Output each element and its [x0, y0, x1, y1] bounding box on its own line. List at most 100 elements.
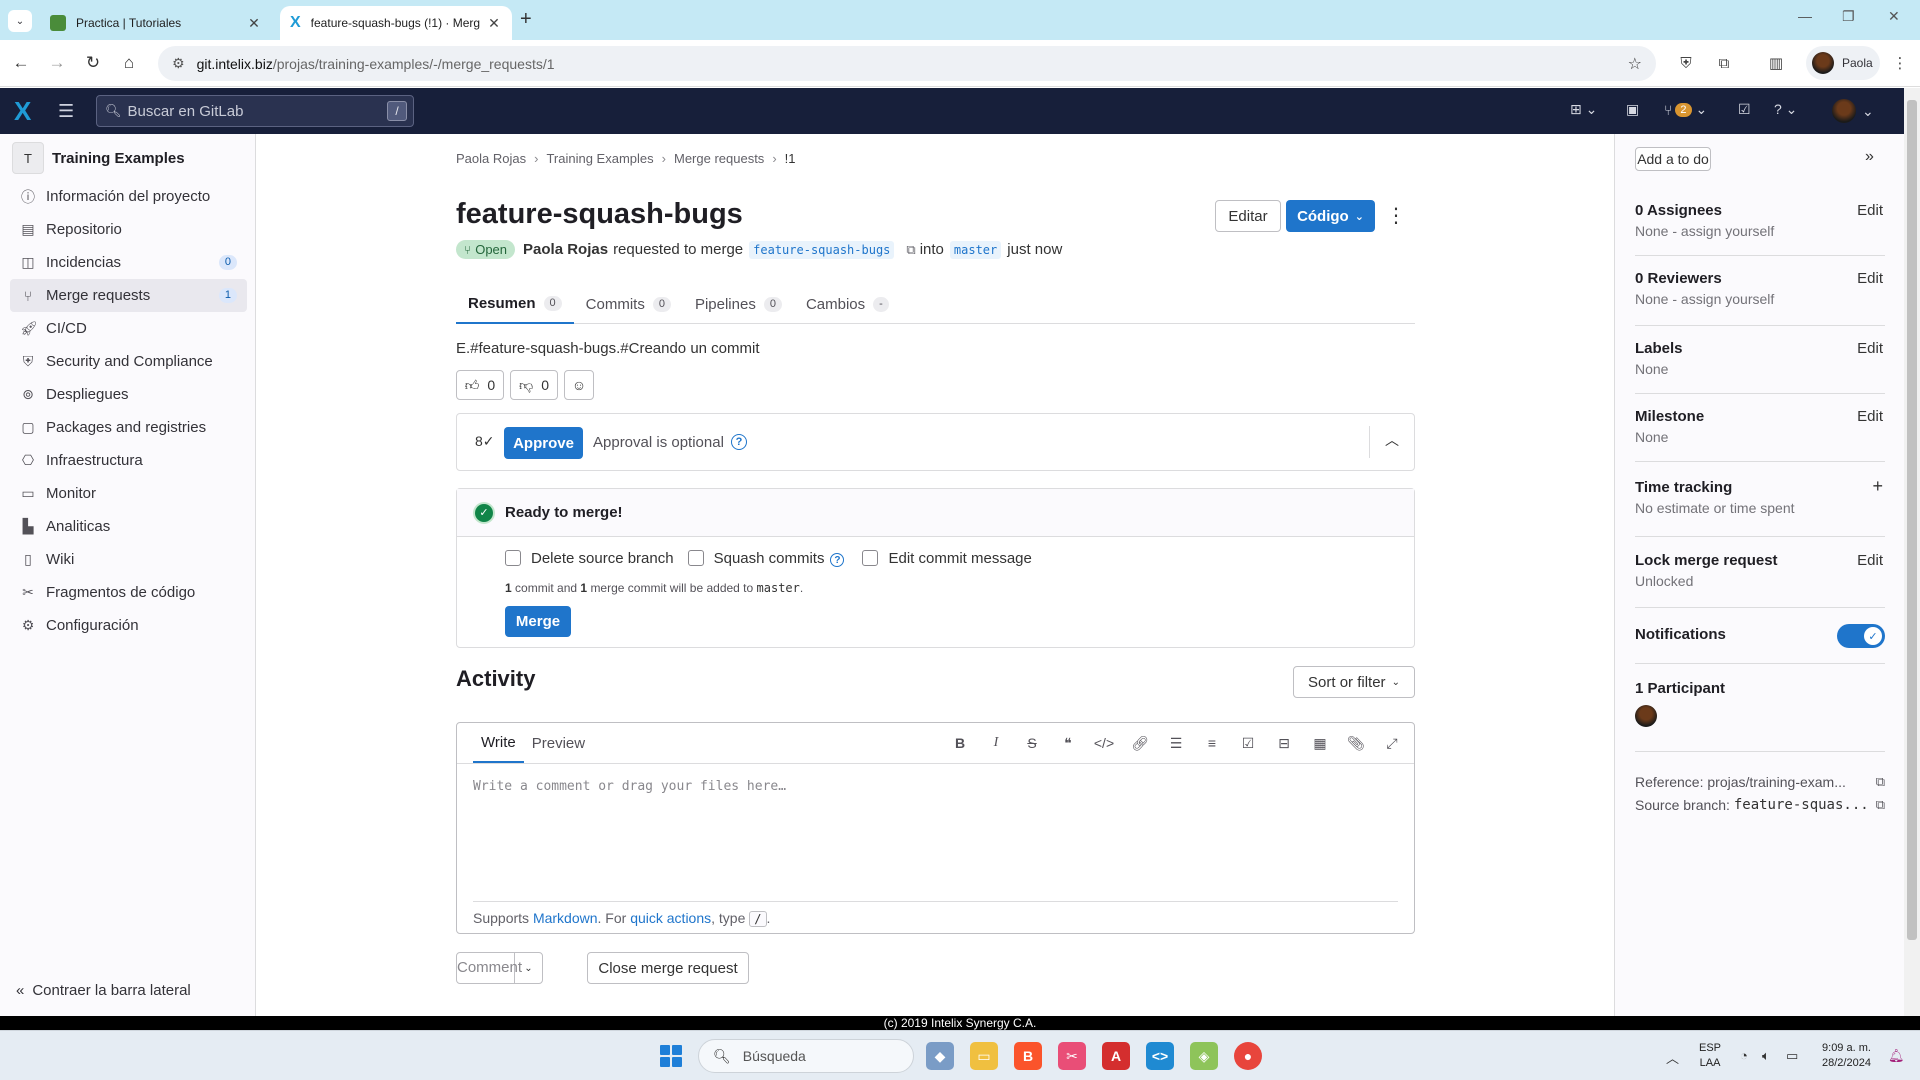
close-merge-request-button[interactable]: Close merge request: [587, 952, 749, 984]
reviewers-value[interactable]: None - assign yourself: [1635, 291, 1885, 307]
tab-overview[interactable]: Resumen 0: [456, 284, 574, 324]
copy-icon[interactable]: ⧉: [906, 242, 915, 258]
copilot-icon[interactable]: ◆: [926, 1042, 954, 1070]
sidebar-item-wiki[interactable]: ▯ Wiki: [10, 543, 247, 576]
minimize-icon[interactable]: —: [1798, 8, 1812, 24]
link-icon[interactable]: 🔗︎: [1122, 733, 1158, 753]
sidebar-item-merge-requests[interactable]: ⑂ Merge requests 1: [10, 279, 247, 312]
comment-button[interactable]: Comment: [457, 953, 522, 983]
snipping-tool-icon[interactable]: ✂: [1058, 1042, 1086, 1070]
edit-button[interactable]: Editar: [1215, 200, 1281, 232]
browser-menu-icon[interactable]: ⋮: [1890, 53, 1910, 73]
sidebar-item-cicd[interactable]: 🚀︎ CI/CD: [10, 312, 247, 345]
strikethrough-icon[interactable]: S: [1014, 733, 1050, 753]
hamburger-menu-icon[interactable]: ☰: [58, 101, 74, 122]
new-item-dropdown-icon[interactable]: ⊞ ⌄: [1570, 101, 1597, 118]
add-reaction-button[interactable]: ☺: [564, 370, 594, 400]
taskbar-search[interactable]: 🔍︎ Búsqueda: [698, 1039, 914, 1073]
fullscreen-icon[interactable]: ⤢: [1374, 733, 1410, 753]
help-icon[interactable]: ?: [830, 553, 845, 567]
volume-icon[interactable]: 🔈︎: [1762, 1048, 1770, 1064]
merge-button[interactable]: Merge: [505, 606, 571, 637]
bullet-list-icon[interactable]: ☰: [1158, 733, 1194, 753]
code-dropdown-button[interactable]: Código ⌄: [1286, 200, 1375, 232]
site-info-icon[interactable]: ⚙: [172, 55, 185, 72]
edit-lock-button[interactable]: Edit: [1857, 552, 1883, 569]
add-todo-button[interactable]: Add a to do: [1635, 147, 1711, 171]
code-icon[interactable]: </>: [1086, 733, 1122, 753]
back-icon[interactable]: ←: [10, 52, 32, 74]
project-header[interactable]: T Training Examples: [12, 142, 185, 174]
restore-icon[interactable]: ❐: [1842, 8, 1855, 25]
sidebar-item-packages[interactable]: ▢ Packages and registries: [10, 411, 247, 444]
approve-button[interactable]: Approve: [504, 427, 583, 459]
numbered-list-icon[interactable]: ≡: [1194, 733, 1230, 753]
merge-requests-dropdown[interactable]: ⑂ 2 ⌄: [1664, 101, 1707, 118]
tab-preview[interactable]: Preview: [524, 723, 593, 763]
forward-icon[interactable]: →: [46, 52, 68, 74]
sidebar-item-deployments[interactable]: ⊚ Despliegues: [10, 378, 247, 411]
scrollbar-thumb[interactable]: [1907, 100, 1917, 940]
profile-button[interactable]: Paola: [1806, 46, 1880, 80]
avatar[interactable]: [1635, 705, 1657, 727]
issues-icon[interactable]: ▣: [1626, 101, 1639, 118]
home-icon[interactable]: ⌂: [118, 52, 140, 74]
edit-milestone-button[interactable]: Edit: [1857, 408, 1883, 425]
sidebar-item-project-info[interactable]: ⓘ Información del proyecto: [10, 180, 247, 213]
edit-reviewers-button[interactable]: Edit: [1857, 270, 1883, 287]
italic-icon[interactable]: I: [978, 733, 1014, 753]
close-tab-icon[interactable]: ✕: [486, 15, 502, 32]
thumbs-down-button[interactable]: 👎︎ 0: [510, 370, 558, 400]
notifications-toggle[interactable]: ✓: [1837, 624, 1885, 648]
acrobat-icon[interactable]: A: [1102, 1042, 1130, 1070]
wifi-icon[interactable]: ◔: [1740, 1048, 1748, 1063]
shield-extension-icon[interactable]: ⛨: [1676, 53, 1696, 73]
windows-start-icon[interactable]: [660, 1045, 682, 1067]
tab-commits[interactable]: Commits 0: [574, 284, 683, 324]
assignees-value[interactable]: None - assign yourself: [1635, 223, 1885, 239]
help-icon[interactable]: ? ⌄: [1774, 101, 1797, 118]
breadcrumb-link[interactable]: Paola Rojas: [456, 151, 526, 166]
copy-icon[interactable]: ⧉: [1876, 797, 1885, 813]
git-client-icon[interactable]: ◈: [1190, 1042, 1218, 1070]
sidebar-item-security[interactable]: ⛨ Security and Compliance: [10, 345, 247, 378]
gitlab-logo-icon[interactable]: X: [14, 98, 31, 124]
address-bar[interactable]: ⚙ git.intelix.biz/projas/training-exampl…: [158, 46, 1656, 81]
edit-commit-message-checkbox[interactable]: Edit commit message: [862, 550, 1032, 567]
double-chevron-right-icon[interactable]: »: [1865, 148, 1874, 166]
tab-write[interactable]: Write: [473, 723, 524, 763]
notification-bell-icon[interactable]: 🔔︎: [1888, 1048, 1905, 1064]
sidebar-item-snippets[interactable]: ✂ Fragmentos de código: [10, 576, 247, 609]
sidebar-item-settings[interactable]: ⚙ Configuración: [10, 609, 247, 642]
language-indicator[interactable]: ESP LAA: [1699, 1041, 1721, 1071]
sidebar-item-monitor[interactable]: ▭ Monitor: [10, 477, 247, 510]
quick-actions-link[interactable]: quick actions: [630, 910, 711, 926]
file-explorer-icon[interactable]: ▭: [970, 1042, 998, 1070]
task-list-icon[interactable]: ☑: [1230, 733, 1266, 753]
breadcrumb-link[interactable]: Training Examples: [546, 151, 653, 166]
checkbox[interactable]: [687, 550, 704, 566]
source-branch[interactable]: feature-squash-bugs: [749, 240, 895, 259]
checkbox[interactable]: [862, 550, 879, 566]
collapse-sidebar-button[interactable]: « Contraer la barra lateral: [16, 982, 191, 999]
breadcrumb-current[interactable]: !1: [785, 151, 796, 166]
quote-icon[interactable]: ❝: [1050, 733, 1086, 753]
author-link[interactable]: Paola Rojas: [523, 241, 608, 258]
bookmark-star-icon[interactable]: ☆: [1628, 54, 1642, 74]
sort-filter-dropdown[interactable]: Sort or filter ⌄: [1293, 666, 1415, 698]
clock[interactable]: 9:09 a. m. 28/2/2024: [1822, 1041, 1871, 1071]
plus-icon[interactable]: +: [1872, 476, 1883, 497]
sidebar-item-analytics[interactable]: ▙ Analiticas: [10, 510, 247, 543]
squash-commits-checkbox[interactable]: Squash commits: [687, 550, 824, 567]
tab-changes[interactable]: Cambios -: [794, 284, 901, 324]
battery-icon[interactable]: ▭: [1786, 1048, 1798, 1064]
vscode-icon[interactable]: <>: [1146, 1042, 1174, 1070]
edit-assignees-button[interactable]: Edit: [1857, 202, 1883, 219]
todos-icon[interactable]: ☑: [1738, 101, 1751, 118]
tray-overflow-icon[interactable]: ︿: [1666, 1048, 1679, 1067]
markdown-link[interactable]: Markdown: [533, 910, 598, 926]
more-actions-icon[interactable]: ⋮: [1386, 202, 1406, 230]
thumbs-up-button[interactable]: 👍︎ 0: [456, 370, 504, 400]
browser-tab-active[interactable]: X feature-squash-bugs (!1) · Merg ✕: [280, 6, 512, 40]
help-icon[interactable]: ?: [731, 434, 747, 450]
